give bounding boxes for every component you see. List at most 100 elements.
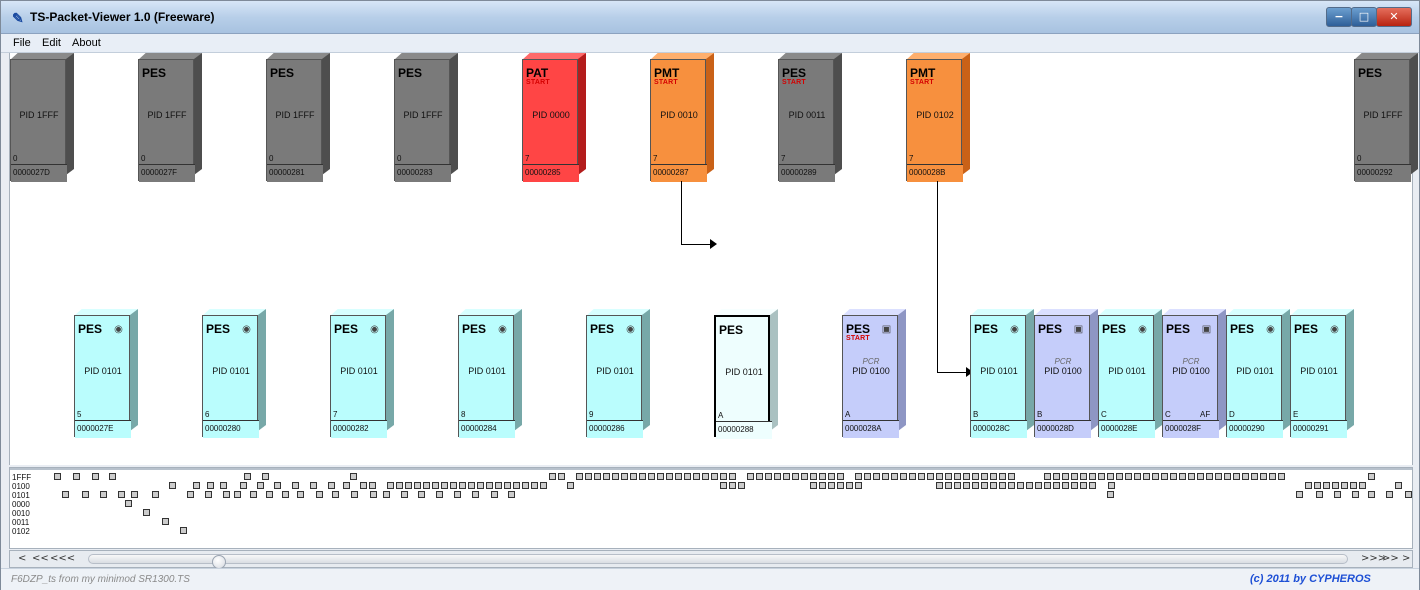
timeline-packet-square[interactable] [504, 482, 511, 489]
timeline-packet-square[interactable] [648, 473, 655, 480]
timeline-packet-square[interactable] [729, 473, 736, 480]
timeline-packet-square[interactable] [1044, 473, 1051, 480]
timeline-packet-square[interactable] [1143, 473, 1150, 480]
timeline-packet-square[interactable] [423, 482, 430, 489]
timeline-packet-square[interactable] [1080, 482, 1087, 489]
timeline-packet-square[interactable] [1044, 482, 1051, 489]
timeline-packet-square[interactable] [262, 473, 269, 480]
timeline-packet-square[interactable] [1053, 482, 1060, 489]
timeline-packet-square[interactable] [180, 527, 187, 534]
packet-bottom-4[interactable]: PES ◉ PID 0101 8 00000284 [458, 309, 523, 438]
timeline-packet-square[interactable] [855, 473, 862, 480]
file-menu[interactable]: File [13, 37, 31, 49]
timeline-packet-square[interactable] [810, 482, 817, 489]
timeline-packet-square[interactable] [522, 482, 529, 489]
about-menu[interactable]: About [72, 37, 101, 49]
timeline-packet-square[interactable] [1350, 482, 1357, 489]
timeline-packet-square[interactable] [963, 473, 970, 480]
timeline-packet-square[interactable] [118, 491, 125, 498]
timeline-packet-square[interactable] [351, 491, 358, 498]
timeline-packet-square[interactable] [702, 473, 709, 480]
timeline-packet-square[interactable] [370, 491, 377, 498]
timeline-packet-square[interactable] [837, 473, 844, 480]
timeline-packet-square[interactable] [405, 482, 412, 489]
timeline-packet-square[interactable] [310, 482, 317, 489]
timeline-packet-square[interactable] [250, 491, 257, 498]
timeline-packet-square[interactable] [292, 482, 299, 489]
timeline-packet-square[interactable] [603, 473, 610, 480]
timeline-packet-square[interactable] [918, 473, 925, 480]
packet-top-4[interactable]: PES PID 1FFF 0 00000283 [394, 53, 459, 182]
timeline-packet-square[interactable] [1395, 482, 1402, 489]
timeline-packet-square[interactable] [720, 473, 727, 480]
timeline-packet-square[interactable] [594, 473, 601, 480]
timeline-packet-square[interactable] [454, 491, 461, 498]
timeline-packet-square[interactable] [387, 482, 394, 489]
timeline-packet-square[interactable] [169, 482, 176, 489]
timeline-packet-square[interactable] [585, 473, 592, 480]
scroll-left-faster-button[interactable]: <<< [50, 553, 75, 564]
timeline-packet-square[interactable] [639, 473, 646, 480]
timeline-packet-square[interactable] [792, 473, 799, 480]
timeline-packet-square[interactable] [316, 491, 323, 498]
packet-bottom-6-selected[interactable]: PES PID 0101 A 00000288 [714, 309, 779, 439]
timeline-packet-square[interactable] [131, 491, 138, 498]
timeline-packet-square[interactable] [666, 473, 673, 480]
timeline-packet-square[interactable] [1017, 482, 1024, 489]
timeline-packet-square[interactable] [1368, 473, 1375, 480]
timeline-packet-square[interactable] [819, 473, 826, 480]
timeline-packet-square[interactable] [1206, 473, 1213, 480]
timeline-packet-square[interactable] [297, 491, 304, 498]
timeline-packet-square[interactable] [266, 491, 273, 498]
timeline-packet-square[interactable] [621, 473, 628, 480]
scroll-left-button[interactable]: < [18, 553, 26, 564]
timeline-packet-square[interactable] [1323, 482, 1330, 489]
timeline-packet-square[interactable] [873, 473, 880, 480]
timeline-packet-square[interactable] [486, 482, 493, 489]
timeline-packet-square[interactable] [223, 491, 230, 498]
timeline-packet-square[interactable] [1296, 491, 1303, 498]
timeline-packet-square[interactable] [990, 473, 997, 480]
timeline-packet-square[interactable] [257, 482, 264, 489]
timeline-packet-square[interactable] [1251, 473, 1258, 480]
packet-top-3[interactable]: PES PID 1FFF 0 00000281 [266, 53, 331, 182]
packet-bottom-2[interactable]: PES ◉ PID 0101 6 00000280 [202, 309, 267, 438]
timeline-packet-square[interactable] [936, 482, 943, 489]
timeline-packet-square[interactable] [418, 491, 425, 498]
timeline-packet-square[interactable] [1071, 473, 1078, 480]
timeline-packet-square[interactable] [1352, 491, 1359, 498]
timeline-packet-square[interactable] [240, 482, 247, 489]
packet-top-5[interactable]: PAT START PID 0000 7 00000285 [522, 53, 587, 182]
timeline-packet-square[interactable] [1053, 473, 1060, 480]
timeline-packet-square[interactable] [729, 482, 736, 489]
scroll-track[interactable] [88, 554, 1348, 569]
timeline-packet-square[interactable] [1305, 482, 1312, 489]
timeline-packet-square[interactable] [936, 473, 943, 480]
timeline-packet-square[interactable] [450, 482, 457, 489]
timeline-packet-square[interactable] [436, 491, 443, 498]
timeline-packet-square[interactable] [1269, 473, 1276, 480]
timeline-packet-square[interactable] [1107, 473, 1114, 480]
timeline-packet-square[interactable] [1242, 473, 1249, 480]
timeline-packet-square[interactable] [981, 482, 988, 489]
timeline-packet-square[interactable] [864, 473, 871, 480]
timeline-packet-square[interactable] [1035, 482, 1042, 489]
timeline-packet-square[interactable] [1233, 473, 1240, 480]
packet-bottom-9[interactable]: PES ▣ PCR PID 0100 B 0000028D [1034, 309, 1099, 438]
timeline-packet-square[interactable] [756, 473, 763, 480]
timeline-packet-square[interactable] [630, 473, 637, 480]
timeline-packet-square[interactable] [540, 482, 547, 489]
timeline-packet-square[interactable] [963, 482, 970, 489]
timeline-packet-square[interactable] [1008, 473, 1015, 480]
timeline-packet-square[interactable] [999, 473, 1006, 480]
packet-bottom-13[interactable]: PES ◉ PID 0101 E 00000291 [1290, 309, 1355, 438]
timeline-packet-square[interactable] [675, 473, 682, 480]
timeline-packet-square[interactable] [828, 473, 835, 480]
timeline-packet-square[interactable] [396, 482, 403, 489]
timeline-packet-square[interactable] [441, 482, 448, 489]
timeline-packet-square[interactable] [1062, 482, 1069, 489]
timeline-packet-square[interactable] [1161, 473, 1168, 480]
timeline-packet-square[interactable] [73, 473, 80, 480]
timeline-packet-square[interactable] [360, 482, 367, 489]
timeline-packet-square[interactable] [576, 473, 583, 480]
